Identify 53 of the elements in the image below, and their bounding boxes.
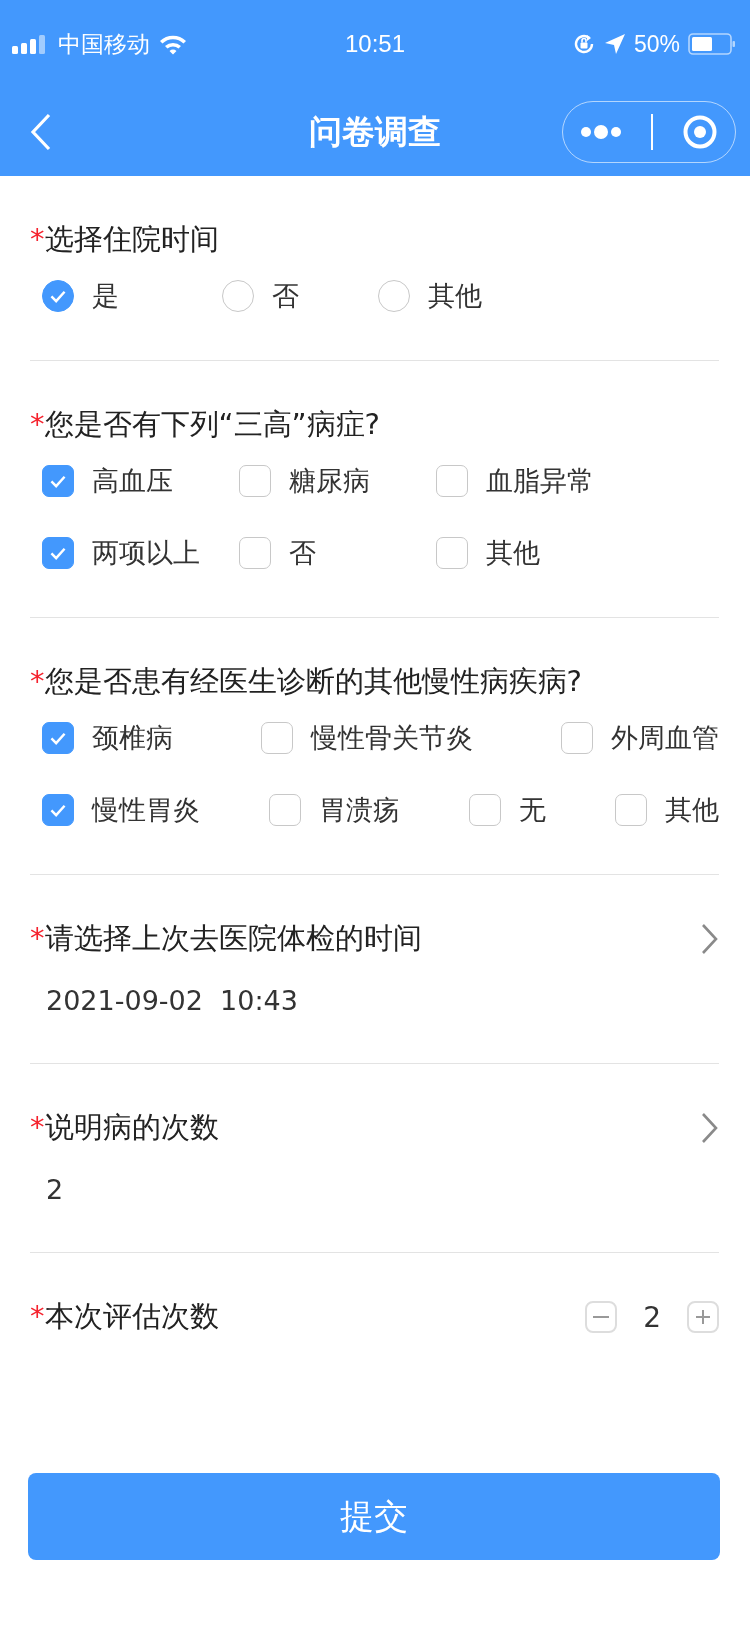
option-label: 无 xyxy=(519,793,546,827)
checkbox[interactable] xyxy=(42,465,74,497)
checkbox[interactable] xyxy=(42,537,74,569)
plus-button[interactable] xyxy=(687,1301,719,1333)
battery-icon xyxy=(688,33,736,55)
chevron-right-icon[interactable] xyxy=(701,1112,719,1144)
minus-button[interactable] xyxy=(585,1301,618,1333)
submit-button[interactable]: 提交 xyxy=(28,1473,720,1560)
field-value: 2 xyxy=(45,1173,65,1207)
option-label: 慢性骨关节炎 xyxy=(311,721,473,755)
carrier-name: 中国移动 xyxy=(58,29,150,59)
checkbox[interactable] xyxy=(261,722,293,754)
page-title: 问卷调查 xyxy=(309,110,441,153)
radio-button[interactable] xyxy=(42,280,74,312)
option-label: 是 xyxy=(92,279,119,313)
question-title: *您是否患有经医生诊断的其他慢性病疾病? xyxy=(30,663,582,700)
option-label: 血脂异常 xyxy=(486,464,594,498)
option-label: 其他 xyxy=(665,793,719,827)
chevron-right-icon[interactable] xyxy=(701,923,719,955)
wifi-icon xyxy=(158,33,188,55)
option-label: 慢性胃炎 xyxy=(92,793,200,827)
option-label: 两项以上 xyxy=(92,536,200,570)
checkbox[interactable] xyxy=(269,794,301,826)
checkbox[interactable] xyxy=(436,465,468,497)
option-label: 否 xyxy=(289,536,316,570)
option-label: 外周血管 xyxy=(611,721,719,755)
battery-percent: 50% xyxy=(633,30,680,58)
option-label: 高血压 xyxy=(92,464,173,498)
checkbox[interactable] xyxy=(436,537,468,569)
checkbox[interactable] xyxy=(42,722,74,754)
option-label: 其他 xyxy=(428,279,482,313)
checkbox[interactable] xyxy=(561,722,593,754)
stepper-value: 2 xyxy=(643,1300,661,1334)
status-time: 10:51 xyxy=(344,30,406,58)
option-label: 胃溃疡 xyxy=(319,793,400,827)
option-label: 糖尿病 xyxy=(289,464,370,498)
option-label: 颈椎病 xyxy=(92,721,173,755)
question-title: *您是否有下列“三高”病症? xyxy=(30,406,380,443)
location-arrow-icon xyxy=(603,33,626,55)
question-title: *请选择上次去医院体检的时间 xyxy=(30,920,422,957)
question-title: *说明病的次数 xyxy=(30,1109,219,1146)
checkbox[interactable] xyxy=(239,465,271,497)
option-label: 其他 xyxy=(486,536,540,570)
checkbox[interactable] xyxy=(239,537,271,569)
plus-icon xyxy=(694,1308,712,1326)
checkbox[interactable] xyxy=(615,794,647,826)
checkbox[interactable] xyxy=(42,794,74,826)
minus-icon xyxy=(593,1316,610,1318)
question-title: *选择住院时间 xyxy=(30,221,219,258)
option-label: 否 xyxy=(272,279,299,313)
question-title: *本次评估次数 xyxy=(30,1298,219,1335)
field-value: 2021-09-02 10:43 xyxy=(45,984,299,1018)
checkbox[interactable] xyxy=(469,794,501,826)
